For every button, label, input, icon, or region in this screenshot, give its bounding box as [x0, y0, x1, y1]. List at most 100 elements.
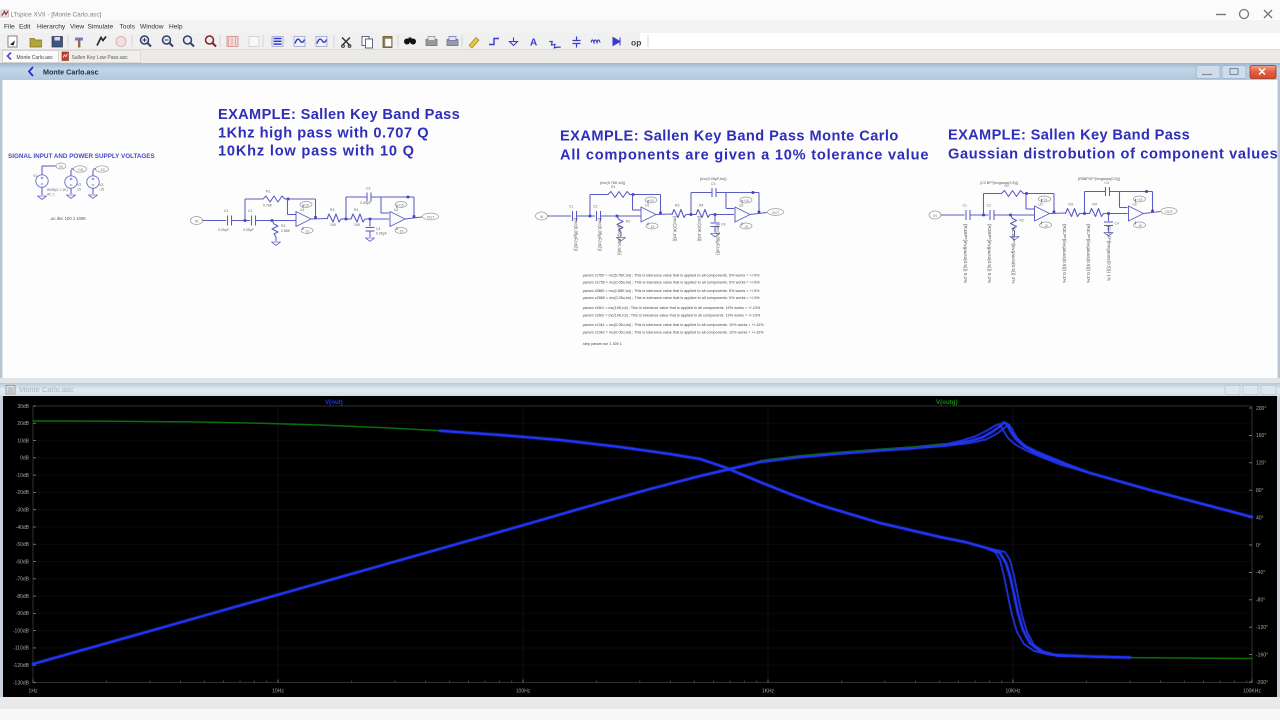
- svg-text:Monte Carlo.asc: Monte Carlo.asc: [17, 55, 54, 61]
- svg-text:-15: -15: [305, 229, 310, 233]
- svg-text:R2: R2: [1020, 219, 1024, 223]
- svg-text:Gaussian distrobution of compo: Gaussian distrobution of component value…: [948, 147, 1278, 163]
- svg-text:{R4LP*{invgauss(0.5)}} 0.1%: {R4LP*{invgauss(0.5)}} 0.1%: [1086, 224, 1091, 283]
- svg-text:0.05μF: 0.05μF: [376, 232, 387, 236]
- svg-text:{R2BP*{invgauss(0.5)}} 0.1%: {R2BP*{invgauss(0.5)}} 0.1%: [987, 224, 992, 283]
- svg-text:R4: R4: [699, 204, 703, 208]
- svg-text:-15: -15: [650, 225, 655, 229]
- svg-text:{mc(10K,tol)}: {mc(10K,tol)}: [697, 216, 702, 242]
- svg-text:R3: R3: [330, 208, 334, 212]
- svg-text:0.05μF: 0.05μF: [218, 228, 229, 232]
- svg-text:R3: R3: [1069, 203, 1073, 207]
- svg-text:-90dB: -90dB: [16, 611, 30, 617]
- svg-text:U1: U1: [300, 208, 304, 212]
- svg-text:AC 1: AC 1: [47, 193, 55, 197]
- svg-text:10K: 10K: [330, 223, 337, 227]
- svg-text:15: 15: [77, 188, 81, 192]
- svg-text:Monte Carlo.asc: Monte Carlo.asc: [19, 385, 74, 394]
- svg-text:-40dB: -40dB: [16, 525, 30, 531]
- svg-text:SINE(0 1 1K): SINE(0 1 1K): [47, 188, 68, 192]
- svg-text:100KHz: 100KHz: [1243, 689, 1261, 695]
- svg-text:2.88K: 2.88K: [281, 229, 291, 233]
- svg-text:-120dB: -120dB: [13, 663, 30, 669]
- svg-text:A: A: [530, 38, 537, 49]
- svg-text:U1: U1: [645, 204, 649, 208]
- svg-text:{R1BP*{invgauss(0.5)}} 0.1%: {R1BP*{invgauss(0.5)}} 0.1%: [963, 224, 968, 283]
- svg-text:-200°: -200°: [1256, 680, 1268, 686]
- svg-text:U1: U1: [1039, 203, 1043, 207]
- svg-text:.step param run 1 300 1: .step param run 1 300 1: [582, 342, 622, 346]
- svg-text:160°: 160°: [1256, 433, 1266, 439]
- svg-text:40°: 40°: [1256, 515, 1264, 521]
- svg-text:R1: R1: [266, 190, 270, 194]
- svg-text:LTspice XVII - [Monte Carlo.as: LTspice XVII - [Monte Carlo.asc]: [11, 11, 102, 18]
- svg-text:.param c1750 = mc(0.05u,tol) ;: .param c1750 = mc(0.05u,tol) ; This is t…: [582, 281, 760, 285]
- svg-text:80°: 80°: [1256, 488, 1264, 494]
- svg-text:+15: +15: [77, 168, 83, 172]
- svg-text:-110dB: -110dB: [13, 646, 29, 652]
- svg-text:R1: R1: [611, 185, 615, 189]
- svg-text:IN: IN: [59, 165, 63, 169]
- svg-text:+15: +15: [743, 199, 749, 203]
- svg-text:.param c10k1 = mc(0.05u,tol) ;: .param c10k1 = mc(0.05u,tol) ; This is t…: [582, 323, 764, 327]
- svg-text:100Hz: 100Hz: [516, 689, 531, 695]
- svg-text:-20dB: -20dB: [16, 490, 30, 496]
- svg-text:-15: -15: [744, 225, 749, 229]
- svg-text:U2: U2: [394, 208, 398, 212]
- svg-text:200°: 200°: [1256, 406, 1266, 412]
- svg-text:10dB: 10dB: [17, 438, 29, 444]
- svg-text:.param r2880 = mc(2.88K,tol) ;: .param r2880 = mc(2.88K,tol) ; This is t…: [582, 289, 760, 293]
- svg-text:op: op: [631, 38, 641, 48]
- svg-text:C1: C1: [569, 205, 573, 209]
- svg-text:+15: +15: [303, 203, 309, 207]
- svg-text:IN: IN: [540, 215, 544, 219]
- svg-text:{R3LP*{invgauss(0.5)}} 0.1%: {R3LP*{invgauss(0.5)}} 0.1%: [1062, 224, 1067, 283]
- svg-text:{mc(10K,tol)}: {mc(10K,tol)}: [673, 216, 678, 242]
- svg-text:View: View: [70, 24, 84, 31]
- svg-text:-15: -15: [99, 168, 104, 172]
- svg-text:U2: U2: [739, 204, 743, 208]
- svg-text:EXAMPLE: Sallen Key Band Pass: EXAMPLE: Sallen Key Band Pass Monte Carl…: [560, 129, 899, 145]
- svg-text:V(out): V(out): [325, 399, 343, 406]
- svg-text:-60dB: -60dB: [16, 559, 30, 565]
- svg-text:0dB: 0dB: [20, 456, 30, 462]
- svg-text:{C3 BP*{invgauss(0.5)}}: {C3 BP*{invgauss(0.5)}}: [980, 181, 1019, 185]
- svg-text:{mc(0.05μF,tol)}: {mc(0.05μF,tol)}: [716, 224, 721, 255]
- svg-text:0.05μF: 0.05μF: [243, 228, 254, 232]
- svg-text:1Khz high pass with 0.707 Q: 1Khz high pass with 0.707 Q: [218, 126, 429, 142]
- svg-text:.param c2880 = mc(0.05u,tol) ;: .param c2880 = mc(0.05u,tol) ; This is t…: [582, 296, 760, 300]
- svg-text:.param c10k2 = mc(0.05u,tol) ;: .param c10k2 = mc(0.05u,tol) ; This is t…: [582, 331, 764, 335]
- svg-text:All components are given a 10%: All components are given a 10% tolerance…: [560, 148, 929, 164]
- svg-text:Monte Carlo.asc: Monte Carlo.asc: [43, 67, 99, 76]
- svg-text:C3: C3: [1105, 181, 1109, 185]
- svg-text:{mc(5.76K,tol)}: {mc(5.76K,tol)}: [600, 181, 626, 185]
- svg-text:{C4LP*{invgauss(0.5)}} 1%: {C4LP*{invgauss(0.5)}} 1%: [1107, 226, 1112, 281]
- svg-text:R2: R2: [626, 220, 630, 224]
- svg-text:{mc(0.05μF,tol2)}: {mc(0.05μF,tol2)}: [598, 218, 603, 252]
- svg-text:+15: +15: [1137, 198, 1143, 202]
- svg-text:-15: -15: [1043, 224, 1048, 228]
- svg-text:Tools: Tools: [120, 24, 136, 31]
- svg-text:10K: 10K: [354, 223, 361, 227]
- svg-text:0°: 0°: [1256, 543, 1261, 549]
- svg-text:-15: -15: [1137, 224, 1142, 228]
- svg-text:R2: R2: [281, 224, 285, 228]
- svg-text:R4: R4: [1093, 203, 1097, 207]
- svg-text:U2: U2: [1133, 203, 1137, 207]
- svg-text:-130dB: -130dB: [13, 680, 30, 686]
- svg-text:120°: 120°: [1256, 461, 1266, 467]
- svg-text:IN: IN: [933, 214, 937, 218]
- svg-text:-30dB: -30dB: [16, 507, 30, 513]
- svg-text:C4: C4: [721, 223, 725, 227]
- svg-text:C2: C2: [593, 205, 597, 209]
- svg-text:-120°: -120°: [1256, 625, 1268, 631]
- svg-text:0.05μF: 0.05μF: [360, 201, 371, 205]
- svg-text:Help: Help: [169, 24, 183, 31]
- svg-text:-50dB: -50dB: [16, 542, 30, 548]
- svg-text:10Khz low pass with 10 Q: 10Khz low pass with 10 Q: [218, 144, 415, 160]
- svg-text:-80dB: -80dB: [16, 594, 30, 600]
- svg-text:V3: V3: [99, 183, 103, 187]
- svg-text:1KHz: 1KHz: [762, 689, 775, 695]
- svg-text:C4: C4: [376, 227, 380, 231]
- svg-text:OUT: OUT: [772, 211, 780, 215]
